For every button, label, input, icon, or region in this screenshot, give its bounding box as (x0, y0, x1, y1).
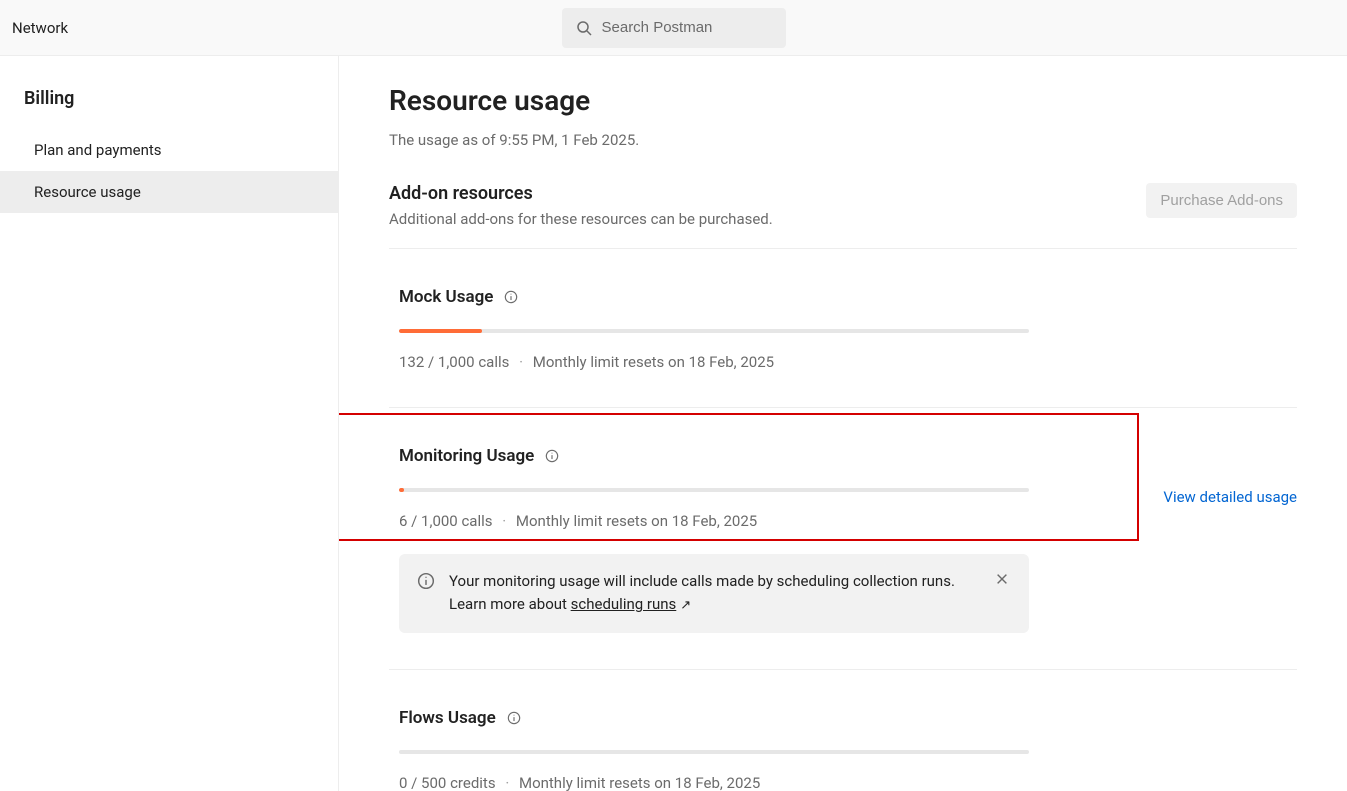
usage-title-monitoring: Monitoring Usage (399, 446, 534, 466)
sidebar: Billing Plan and payments Resource usage (0, 56, 339, 791)
monitoring-info-banner: Your monitoring usage will include calls… (399, 554, 1029, 633)
network-link[interactable]: Network (12, 19, 68, 37)
usage-card-mock: Mock Usage 132 / 1,000 calls · (389, 249, 1297, 408)
info-icon[interactable] (544, 448, 560, 464)
progress-fill-monitoring (399, 488, 404, 492)
search-box[interactable] (562, 8, 786, 48)
search-input[interactable] (602, 19, 772, 36)
progress-fill-mock (399, 329, 482, 333)
sidebar-heading: Billing (0, 80, 338, 129)
usage-under-flows: 0 / 500 credits · Monthly limit resets o… (399, 774, 1029, 791)
progress-bar-flows (399, 750, 1029, 754)
addon-header: Add-on resources Additional add-ons for … (389, 183, 1297, 249)
top-header: Network (0, 0, 1347, 56)
info-icon[interactable] (506, 710, 522, 726)
usage-asof: The usage as of 9:55 PM, 1 Feb 2025. (389, 131, 1297, 149)
addon-heading: Add-on resources (389, 183, 773, 204)
usage-card-monitoring: Monitoring Usage 6 / 1,000 calls · (389, 408, 1297, 670)
usage-card-flows: Flows Usage 0 / 500 credits · (389, 670, 1297, 791)
usage-under-mock: 132 / 1,000 calls · Monthly limit resets… (399, 353, 1029, 371)
main-content: Resource usage The usage as of 9:55 PM, … (339, 56, 1347, 791)
purchase-addons-button[interactable]: Purchase Add-ons (1146, 183, 1297, 218)
addon-subheading: Additional add-ons for these resources c… (389, 210, 773, 228)
info-icon[interactable] (503, 289, 519, 305)
progress-bar-monitoring (399, 488, 1029, 492)
sidebar-item-resource-usage[interactable]: Resource usage (0, 171, 338, 213)
info-icon (417, 572, 435, 590)
usage-under-monitoring: 6 / 1,000 calls · Monthly limit resets o… (399, 512, 1029, 530)
sidebar-item-plan-payments[interactable]: Plan and payments (0, 129, 338, 171)
external-link-icon: ↗ (680, 596, 691, 616)
page-title: Resource usage (389, 84, 1297, 117)
progress-bar-mock (399, 329, 1029, 333)
banner-text: Your monitoring usage will include calls… (449, 570, 981, 617)
close-icon[interactable] (995, 572, 1011, 588)
view-detailed-usage-link[interactable]: View detailed usage (1163, 488, 1297, 506)
usage-title-flows: Flows Usage (399, 708, 496, 728)
usage-title-mock: Mock Usage (399, 287, 493, 307)
search-icon (576, 20, 592, 36)
scheduling-runs-link[interactable]: scheduling runs (571, 595, 677, 613)
